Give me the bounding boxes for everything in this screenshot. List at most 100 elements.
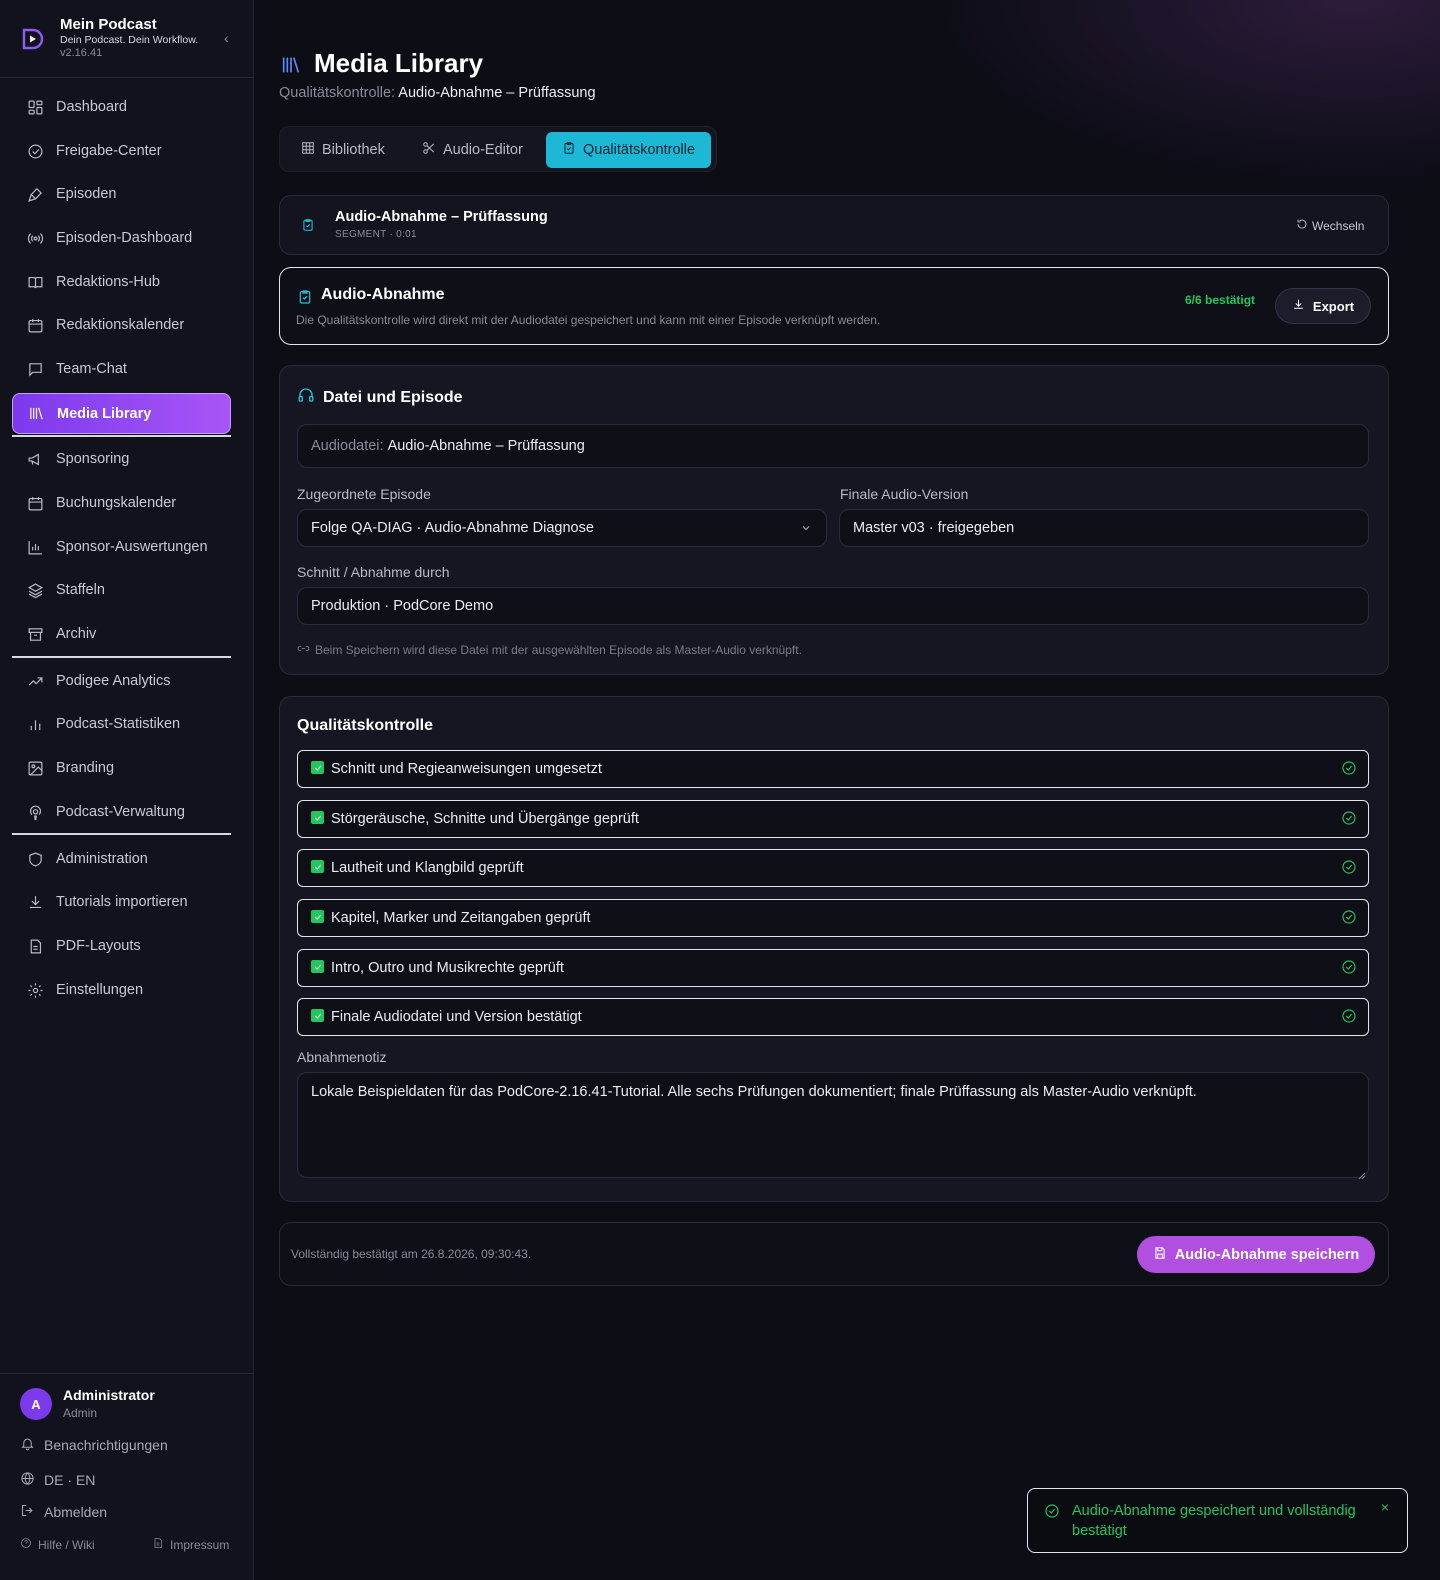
resize-handle-icon[interactable] [1358,1167,1366,1180]
nav-label: Archiv [56,626,97,642]
audio-file-value: Audio-Abnahme – Prüffassung [387,438,585,454]
imprint-label: Impressum [170,1537,230,1552]
logout-link[interactable]: Abmelden [20,1503,107,1521]
collapse-sidebar-icon[interactable]: ‹ [224,30,229,46]
qk-item[interactable]: Intro, Outro und Musikrechte geprüft [297,949,1369,987]
nav-item-redaktions-hub[interactable]: Redaktions-Hub [12,262,231,302]
nav-item-sponsoring[interactable]: Sponsoring [12,439,231,479]
podcast-logo-icon [20,27,44,51]
checkbox-checked[interactable] [311,1009,324,1022]
file-icon [26,937,44,955]
sidebar: Mein Podcast Dein Podcast. Dein Workflow… [0,0,254,1580]
nav-item-sponsor-auswertungen[interactable]: Sponsor-Auswertungen [12,527,231,567]
file-section-title: Datei und Episode [297,386,463,409]
check-circle-icon [26,142,44,160]
qk-item[interactable]: Lautheit und Klangbild geprüft [297,849,1369,887]
nav-item-media-library[interactable]: Media Library [12,393,231,434]
abnahme-description: Die Qualitätskontrolle wird direkt mit d… [296,313,881,327]
nav-item-team-chat[interactable]: Team-Chat [12,349,231,389]
checkbox-checked[interactable] [311,960,324,973]
tab-audio-editor[interactable]: Audio-Editor [406,132,539,168]
segment-meta: SEGMENT · 0:01 [335,229,417,240]
nav-item-podcast-statistiken[interactable]: Podcast-Statistiken [12,704,231,744]
bell-icon [20,1436,44,1454]
nav-label: Sponsor-Auswertungen [56,539,208,555]
audio-file-label: Audiodatei: [311,438,384,454]
scissors-icon [422,141,443,159]
nav-label: Freigabe-Center [56,143,162,159]
qk-item[interactable]: Schnitt und Regieanweisungen umgesetzt [297,750,1369,788]
page-subtitle-value: Audio-Abnahme – Prüffassung [398,85,596,101]
close-icon[interactable]: × [1381,1499,1389,1515]
nav-item-tutorials-importieren[interactable]: Tutorials importieren [12,882,231,922]
checkbox-checked[interactable] [311,761,324,774]
nav-label: Team-Chat [56,361,127,377]
page-subtitle: Qualitätskontrolle: Audio-Abnahme – Prüf… [279,85,596,101]
check-circle-icon [1341,810,1357,831]
confirmed-count-badge: 6/6 bestätigt [1185,293,1256,307]
episode-select[interactable]: Folge QA-DIAG · Audio-Abnahme Diagnose [297,509,827,547]
save-abnahme-button[interactable]: Audio-Abnahme speichern [1137,1236,1375,1273]
nav-item-freigabe-center[interactable]: Freigabe-Center [12,131,231,171]
toast-message: Audio-Abnahme gespeichert und vollständi… [1072,1503,1356,1539]
user-role: Admin [63,1406,98,1420]
tab-label: Audio-Editor [443,142,523,158]
brand-title: Mein Podcast [60,16,157,33]
nav-item-episoden[interactable]: Episoden [12,174,231,214]
avatar[interactable]: A [20,1388,52,1420]
qk-item[interactable]: Finale Audiodatei und Version bestätigt [297,998,1369,1036]
page-title: Media Library [314,48,484,78]
logout-icon [20,1503,44,1521]
tab-bibliothek[interactable]: Bibliothek [285,132,401,168]
export-button[interactable]: Export [1275,288,1371,324]
nav-item-administration[interactable]: Administration [12,839,231,879]
nav-item-redaktionskalender[interactable]: Redaktionskalender [12,305,231,345]
switch-segment-button[interactable]: Wechseln [1296,218,1364,233]
note-textarea[interactable]: Lokale Beispieldaten für das PodCore-2.1… [297,1072,1369,1180]
language-switch[interactable]: DE · EN [20,1471,95,1489]
notifications-label: Benachrichtigungen [44,1437,168,1453]
nav-item-buchungskalender[interactable]: Buchungskalender [12,483,231,523]
nav-item-einstellungen[interactable]: Einstellungen [12,970,231,1010]
checkbox-checked[interactable] [311,860,324,873]
check-circle-icon [1341,959,1357,980]
episode-select-value: Folge QA-DIAG · Audio-Abnahme Diagnose [311,520,594,536]
help-link[interactable]: Hilfe / Wiki [20,1537,95,1552]
nav-item-archiv[interactable]: Archiv [12,614,231,654]
library-icon [27,405,45,423]
qk-item-label: Kapitel, Marker und Zeitangaben geprüft [331,910,591,926]
version-input[interactable]: Master v03 · freigegeben [839,509,1369,547]
check-circle-icon [1341,859,1357,880]
calendar-icon [26,316,44,334]
document-icon [152,1537,170,1552]
nav-item-podcast-verwaltung[interactable]: Podcast-Verwaltung [12,792,231,832]
checkbox-checked[interactable] [311,811,324,824]
nav-item-staffeln[interactable]: Staffeln [12,570,231,610]
layers-icon [26,581,44,599]
nav-label: Podigee Analytics [56,673,171,689]
nav-item-podigee-analytics[interactable]: Podigee Analytics [12,661,231,701]
chevron-down-icon [800,522,812,538]
editor-input[interactable]: Produktion · PodCore Demo [297,587,1369,625]
editor-label: Schnitt / Abnahme durch [297,564,450,580]
chat-icon [26,360,44,378]
nav-item-pdf-layouts[interactable]: PDF-Layouts [12,926,231,966]
clipboard-check-icon [562,141,583,159]
notifications-link[interactable]: Benachrichtigungen [20,1436,168,1454]
qk-item[interactable]: Kapitel, Marker und Zeitangaben geprüft [297,899,1369,937]
nav-item-episoden-dashboard[interactable]: Episoden-Dashboard [12,218,231,258]
download-icon [26,893,44,911]
qk-item[interactable]: Störgeräusche, Schnitte und Übergänge ge… [297,800,1369,838]
link-hint-text: Beim Speichern wird diese Datei mit der … [315,643,802,657]
tab-bar: Bibliothek Audio-Editor Qualitätskontrol… [279,126,717,172]
microphone-icon [26,185,44,203]
switch-label: Wechseln [1312,218,1365,233]
success-toast: Audio-Abnahme gespeichert und vollständi… [1027,1488,1408,1553]
nav-label: Tutorials importieren [56,894,188,910]
save-label: Audio-Abnahme speichern [1174,1246,1360,1263]
nav-item-dashboard[interactable]: Dashboard [12,87,231,127]
imprint-link[interactable]: Impressum [152,1537,229,1552]
checkbox-checked[interactable] [311,910,324,923]
tab-qualitaetskontrolle[interactable]: Qualitätskontrolle [546,132,712,168]
nav-item-branding[interactable]: Branding [12,748,231,788]
